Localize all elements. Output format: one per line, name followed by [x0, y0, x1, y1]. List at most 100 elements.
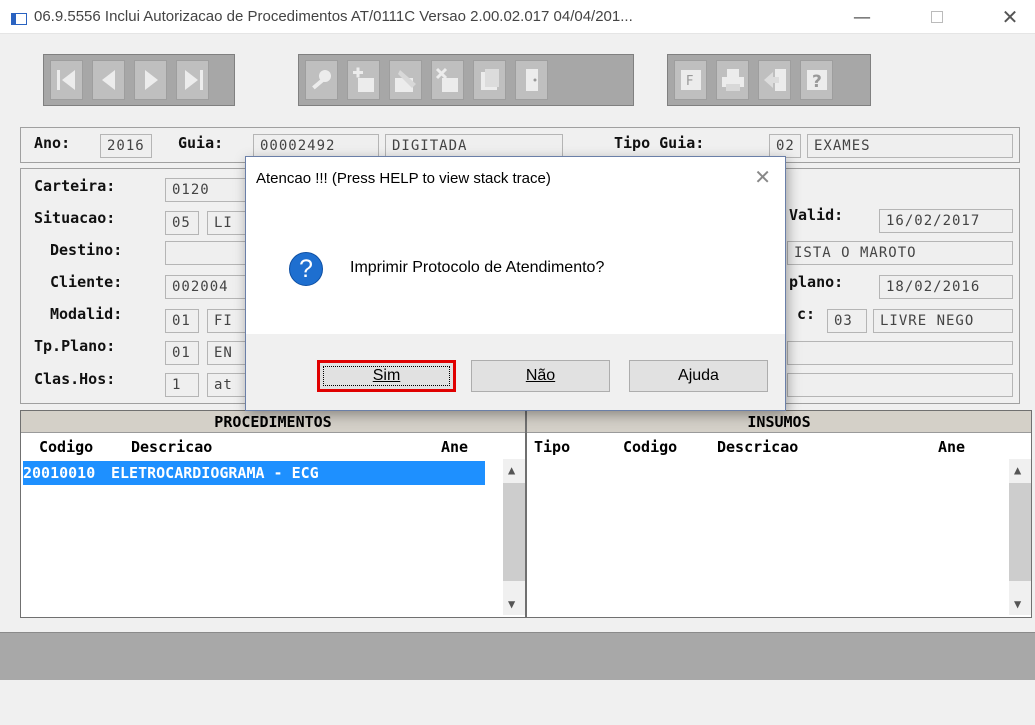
- window-title: 06.9.5556 Inclui Autorizacao de Procedim…: [34, 8, 633, 25]
- clas-hos-code-field[interactable]: 1: [165, 373, 199, 397]
- app-icon: [11, 13, 27, 25]
- ajuda-button[interactable]: Ajuda: [629, 360, 768, 392]
- ajuda-label: Ajuda: [678, 367, 719, 384]
- search-button[interactable]: [305, 60, 338, 100]
- dialog-button-bar: Sim Não Ajuda: [246, 334, 785, 410]
- first-icon: [56, 70, 75, 90]
- procedimentos-title: PROCEDIMENTOS: [21, 411, 525, 433]
- scroll-thumb[interactable]: [1009, 483, 1031, 581]
- scroll-down-icon[interactable]: ▼: [508, 597, 515, 611]
- col-codigo[interactable]: Codigo: [623, 438, 677, 456]
- ano-field[interactable]: 2016: [100, 134, 152, 158]
- guia-status-field: DIGITADA: [385, 134, 563, 158]
- scroll-down-icon[interactable]: ▼: [1014, 597, 1021, 611]
- navigation-group: [43, 54, 235, 106]
- c-label: c:: [797, 305, 816, 323]
- sim-label: Sim: [372, 367, 401, 384]
- next-record-button[interactable]: [134, 60, 167, 100]
- tp-plano-code-field[interactable]: 01: [165, 341, 199, 365]
- carteira-field[interactable]: 0120: [165, 178, 255, 202]
- export-button[interactable]: [758, 60, 791, 100]
- col-descricao[interactable]: Descricao: [717, 438, 798, 456]
- modalid-code-field[interactable]: 01: [165, 309, 199, 333]
- table-row[interactable]: 20010010 ELETROCARDIOGRAMA - ECG: [23, 461, 485, 485]
- svg-text:F: F: [686, 74, 693, 89]
- scroll-up-icon[interactable]: ▲: [1014, 463, 1021, 477]
- valid-field[interactable]: 16/02/2017: [879, 209, 1013, 233]
- tipo-guia-label: Tipo Guia:: [614, 134, 705, 152]
- situacao-label: Situacao:: [34, 209, 116, 227]
- status-bar: [0, 632, 1035, 680]
- key-search-icon: [311, 70, 331, 90]
- tipo-guia-code-field[interactable]: 02: [769, 134, 801, 158]
- procedimentos-columns: Codigo Descricao Ane: [21, 433, 525, 459]
- exit-door-button[interactable]: [515, 60, 548, 100]
- sim-button[interactable]: Sim: [317, 360, 456, 392]
- tools-group: F ?: [667, 54, 871, 106]
- col-descricao[interactable]: Descricao: [131, 438, 212, 456]
- col-codigo[interactable]: Codigo: [39, 438, 93, 456]
- col-ane[interactable]: Ane: [441, 438, 468, 456]
- last-record-button[interactable]: [176, 60, 209, 100]
- right-empty-field-2[interactable]: [787, 373, 1013, 397]
- destino-right-field: ISTA O MAROTO: [787, 241, 1013, 265]
- copy-icon: [480, 69, 499, 90]
- col-tipo[interactable]: Tipo: [534, 438, 570, 456]
- destino-field[interactable]: [165, 241, 255, 265]
- first-record-button[interactable]: [50, 60, 83, 100]
- scroll-thumb[interactable]: [503, 483, 525, 581]
- dialog-close-icon[interactable]: ✕: [754, 165, 771, 189]
- toolbar: F ?: [0, 34, 1035, 120]
- add-button[interactable]: [347, 60, 380, 100]
- filter-button[interactable]: F: [674, 60, 707, 100]
- filter-icon: F: [680, 70, 701, 90]
- destino-label: Destino:: [50, 241, 123, 259]
- edit-button[interactable]: [389, 60, 422, 100]
- previous-record-button[interactable]: [92, 60, 125, 100]
- dialog-title: Atencao !!! (Press HELP to view stack tr…: [256, 170, 551, 187]
- modalid-label: Modalid:: [50, 305, 123, 323]
- edit-icon: [394, 70, 416, 92]
- last-icon: [184, 70, 203, 90]
- insumos-scrollbar[interactable]: ▲ ▼: [1009, 459, 1031, 615]
- guia-label: Guia:: [178, 134, 224, 152]
- dialog-message: Imprimir Protocolo de Atendimento?: [350, 259, 605, 276]
- scroll-up-icon[interactable]: ▲: [508, 463, 515, 477]
- plano-label: plano:: [789, 273, 844, 291]
- print-button[interactable]: [716, 60, 749, 100]
- previous-icon: [101, 70, 115, 90]
- minimize-button[interactable]: —: [838, 0, 886, 34]
- delete-button[interactable]: [431, 60, 464, 100]
- tp-plano-label: Tp.Plano:: [34, 337, 116, 355]
- close-window-button[interactable]: ✕: [986, 0, 1034, 34]
- insumos-columns: Tipo Codigo Descricao Ane: [527, 433, 1031, 459]
- guia-field[interactable]: 00002492: [253, 134, 379, 158]
- ano-label: Ano:: [34, 134, 71, 152]
- add-icon: [352, 67, 374, 92]
- insumos-grid: INSUMOS Tipo Codigo Descricao Ane ▲ ▼: [526, 410, 1032, 618]
- cliente-label: Cliente:: [50, 273, 123, 291]
- copy-button[interactable]: [473, 60, 506, 100]
- nao-label: Não: [525, 367, 556, 384]
- question-icon: ?: [289, 252, 323, 286]
- door-icon: [525, 69, 538, 91]
- maximize-button[interactable]: [913, 0, 961, 34]
- title-bar: 06.9.5556 Inclui Autorizacao de Procedim…: [0, 0, 1035, 34]
- nao-button[interactable]: Não: [471, 360, 610, 392]
- next-icon: [144, 70, 158, 90]
- confirm-dialog: Atencao !!! (Press HELP to view stack tr…: [245, 156, 786, 411]
- insumos-title: INSUMOS: [527, 411, 1031, 433]
- procedimentos-scrollbar[interactable]: ▲ ▼: [503, 459, 525, 615]
- c-code-field[interactable]: 03: [827, 309, 867, 333]
- plano-date-field[interactable]: 18/02/2016: [879, 275, 1013, 299]
- col-ane[interactable]: Ane: [938, 438, 965, 456]
- carteira-label: Carteira:: [34, 177, 116, 195]
- situacao-code-field[interactable]: 05: [165, 211, 199, 235]
- export-icon: [763, 69, 786, 91]
- clas-hos-label: Clas.Hos:: [34, 370, 116, 388]
- row-codigo: 20010010: [23, 464, 96, 482]
- right-empty-field-1[interactable]: [787, 341, 1013, 365]
- cliente-field[interactable]: 002004: [165, 275, 255, 299]
- c-desc-field: LIVRE NEGO: [873, 309, 1013, 333]
- help-button[interactable]: ?: [800, 60, 833, 100]
